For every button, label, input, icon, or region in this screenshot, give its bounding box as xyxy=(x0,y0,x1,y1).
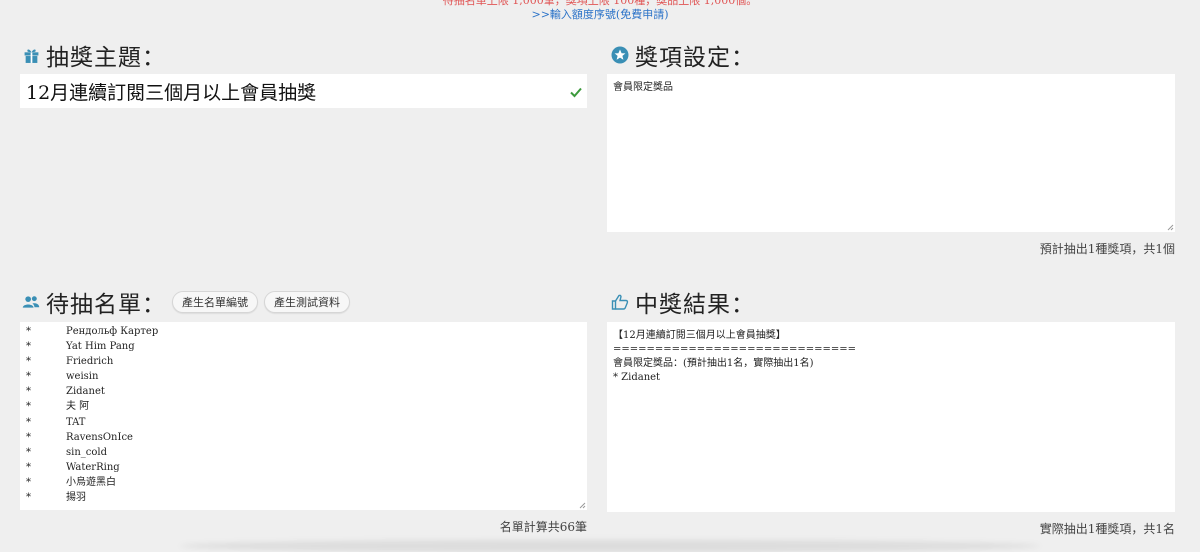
result-line: ============================= xyxy=(613,344,856,355)
candidate-name: TAT xyxy=(66,416,86,428)
list-bullet: * xyxy=(26,401,31,413)
list-bullet: * xyxy=(26,446,31,458)
topic-heading: 抽獎主題： xyxy=(46,45,166,71)
list-item: * 夫 阿 xyxy=(26,399,581,414)
list-item: * WaterRing xyxy=(26,460,581,475)
list-item: * RavensOnIce xyxy=(26,430,581,445)
bottom-shadow xyxy=(180,540,1040,552)
prizes-header: 獎項設定： xyxy=(611,40,755,71)
list-item: * Friedrich xyxy=(26,354,581,369)
list-bullet: * xyxy=(26,386,31,398)
resize-grip-icon[interactable] xyxy=(1167,224,1174,231)
candidates-header: 待抽名單： 產生名單編號 產生測試資料 xyxy=(22,287,350,318)
list-item: * Yat Him Pang xyxy=(26,339,581,354)
list-bullet: * xyxy=(26,356,31,368)
candidate-name: WaterRing xyxy=(66,461,120,473)
users-icon xyxy=(22,293,40,311)
prize-settings-textarea[interactable]: 會員限定獎品 xyxy=(607,74,1175,232)
generate-test-data-button[interactable]: 產生測試資料 xyxy=(264,291,350,313)
limit-notice: 待抽名單上限 1,000筆，獎項上限 100種，獎品上限 1,000個。 xyxy=(442,0,758,7)
candidate-name: 小烏遊黑白 xyxy=(66,476,116,488)
prizes-heading: 獎項設定： xyxy=(635,45,755,71)
topic-input[interactable] xyxy=(20,74,587,108)
list-item: * TAT xyxy=(26,415,581,430)
topic-header: 抽獎主題： xyxy=(22,40,166,71)
candidate-total: 名單計算共66筆 xyxy=(499,520,587,534)
result-line: 【12月連續訂閱三個月以上會員抽獎】 xyxy=(613,330,786,341)
list-item: * Рендольф Картер xyxy=(26,324,581,339)
candidate-name: 夫 阿 xyxy=(66,401,90,413)
candidate-name: Friedrich xyxy=(66,356,114,368)
check-icon xyxy=(569,84,583,98)
list-item: * sin_cold xyxy=(26,445,581,460)
list-bullet: * xyxy=(26,431,31,443)
prize-summary: 預計抽出1種獎項，共1個 xyxy=(1039,242,1175,256)
list-bullet: * xyxy=(26,476,31,488)
list-bullet: * xyxy=(26,416,31,428)
result-line: 會員限定獎品：(預計抽出1名，實際抽出1名) xyxy=(613,358,814,369)
results-heading: 中獎結果： xyxy=(635,292,755,318)
list-item: * weisin xyxy=(26,369,581,384)
list-bullet: * xyxy=(26,326,31,337)
candidate-name: RavensOnIce xyxy=(66,431,133,443)
candidate-name: Yat Him Pang xyxy=(66,341,135,353)
candidate-name: 揚羽 xyxy=(66,492,86,504)
generate-list-number-button[interactable]: 產生名單編號 xyxy=(172,291,258,313)
result-line: * Zidanet xyxy=(613,372,661,383)
results-textarea[interactable]: 【12月連續訂閱三個月以上會員抽獎】 ======================… xyxy=(607,322,1175,512)
list-bullet: * xyxy=(26,371,31,383)
candidate-name: sin_cold xyxy=(66,446,107,458)
thumbs-up-icon xyxy=(611,293,629,311)
candidate-name: Zidanet xyxy=(66,386,105,398)
results-header: 中獎結果： xyxy=(611,287,755,318)
star-icon xyxy=(611,46,629,64)
results-summary: 實際抽出1種獎項，共1名 xyxy=(1039,522,1175,536)
candidate-name: Рендольф Картер xyxy=(66,326,159,337)
list-item: * Zidanet xyxy=(26,384,581,399)
apply-quota-link[interactable]: >>輸入額度序號(免費申請) xyxy=(0,8,1200,22)
candidates-heading: 待抽名單： xyxy=(46,292,166,318)
list-bullet: * xyxy=(26,461,31,473)
list-item: * 小烏遊黑白 xyxy=(26,475,581,490)
gift-icon xyxy=(22,46,40,64)
list-bullet: * xyxy=(26,341,31,353)
list-item: * 揚羽 xyxy=(26,490,581,505)
candidate-name: weisin xyxy=(66,371,99,383)
resize-grip-icon[interactable] xyxy=(579,502,586,509)
candidate-list-textarea[interactable]: * Рендольф Картер * Yat Him Pang * Friedrich *… xyxy=(20,322,587,510)
list-bullet: * xyxy=(26,492,31,504)
